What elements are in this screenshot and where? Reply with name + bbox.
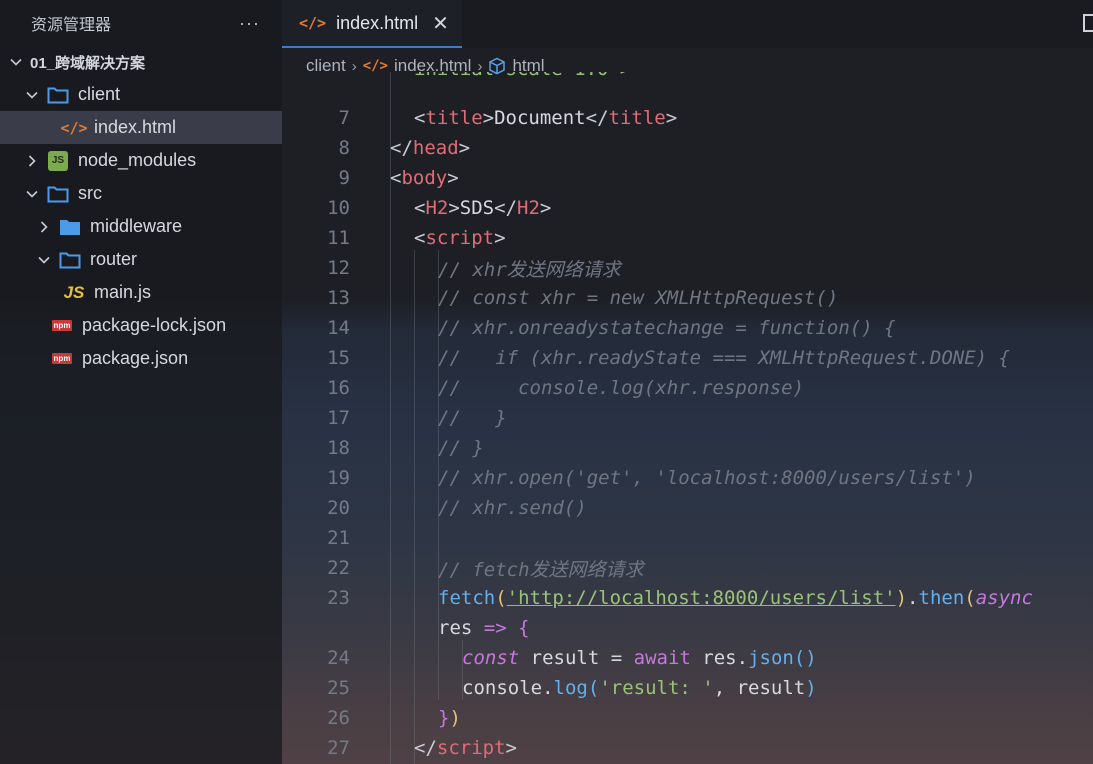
editor: </> index.html ✕ client › </> index.html… [282, 0, 1093, 764]
close-icon[interactable]: ✕ [432, 11, 449, 36]
npm-file-icon: npm [51, 320, 73, 331]
tree-item-package-lock[interactable]: npm package-lock.json [0, 309, 282, 342]
code-line: 22 // fetch发送网络请求 [327, 557, 644, 581]
chevron-down-icon[interactable] [24, 88, 40, 102]
code-line: 24 const result = await res.json() [327, 647, 817, 669]
code-line: res => { [438, 617, 530, 639]
code-line: 11 <script> [327, 227, 506, 249]
tree-item-package-json[interactable]: npm package.json [0, 342, 282, 375]
code-line: 16 // console.log(xhr.response) [327, 377, 805, 399]
js-file-icon: JS [63, 282, 85, 302]
more-actions-icon[interactable]: ··· [239, 13, 260, 34]
code-line: 18 // } [327, 437, 484, 459]
folder-icon [58, 217, 82, 237]
tree-item-label: package-lock.json [82, 315, 227, 335]
explorer-sidebar: 资源管理器 ··· 01_跨域解决方案 client </> index.htm… [0, 0, 282, 764]
project-name: 01_跨域解决方案 [30, 54, 146, 72]
tree-item-middleware[interactable]: middleware [0, 210, 282, 243]
tree-item-router[interactable]: router [0, 243, 282, 276]
tree-item-label: package.json [82, 348, 189, 368]
explorer-header: 资源管理器 ··· [0, 0, 282, 46]
chevron-down-icon[interactable] [24, 187, 40, 201]
tree-item-label: client [78, 84, 121, 104]
chevron-down-icon[interactable] [8, 55, 24, 69]
code-line: 10 <H2>SDS</H2> [327, 197, 552, 219]
chevron-down-icon[interactable] [36, 253, 52, 267]
html-file-icon: </> [299, 14, 327, 32]
code-line: 21 [327, 527, 350, 549]
tree-item-label: main.js [94, 282, 152, 302]
split-editor-icon[interactable] [1083, 14, 1093, 32]
code-line: 13 // const xhr = new XMLHttpRequest() [327, 287, 839, 309]
tree-item-src[interactable]: src [0, 177, 282, 210]
code-line: 25 console.log('result: ', result) [327, 677, 817, 699]
tree-item-label: middleware [90, 216, 183, 236]
tab-bar: </> index.html ✕ [282, 0, 1093, 48]
chevron-right-icon[interactable] [36, 220, 52, 234]
tree-item-client[interactable]: client [0, 78, 282, 111]
folder-open-icon [46, 184, 70, 204]
chevron-right-icon[interactable] [24, 154, 40, 168]
code-line: initial-scale=1.0"> [282, 72, 1093, 102]
tab-index-html[interactable]: </> index.html ✕ [282, 0, 462, 48]
tree-item-label: router [90, 249, 138, 269]
html-file-icon: </> [60, 118, 88, 137]
code-line: 19 // xhr.open('get', 'localhost:8000/us… [327, 467, 976, 489]
code-line: 20 // xhr.send() [327, 497, 587, 519]
code-line: 26 }) [327, 707, 461, 729]
code-area[interactable]: initial-scale=1.0"> 7 <title>Document</t… [282, 72, 1093, 764]
folder-open-icon [46, 85, 70, 105]
folder-open-icon [58, 250, 82, 270]
node-folder-icon: JS [46, 150, 70, 171]
tree-item-node-modules[interactable]: JS node_modules [0, 144, 282, 177]
project-folder[interactable]: 01_跨域解决方案 [0, 46, 282, 78]
tree-item-main-js[interactable]: JS main.js [0, 276, 282, 309]
tree-item-label: node_modules [78, 150, 197, 170]
tree-item-index-html[interactable]: </> index.html [0, 111, 282, 144]
explorer-title: 资源管理器 [31, 17, 112, 34]
code-line: 17 // } [327, 407, 507, 429]
code-line: 14 // xhr.onreadystatechange = function(… [327, 317, 896, 339]
tree-item-label: index.html [94, 117, 177, 137]
code-line: 8 </head> [338, 137, 471, 159]
code-line: 27 </script> [327, 737, 517, 759]
code-line: 12 // xhr发送网络请求 [327, 257, 621, 281]
code-line: 15 // if (xhr.readyState === XMLHttpRequ… [327, 347, 1010, 369]
tab-label: index.html [336, 12, 419, 33]
code-line: 9 <body> [338, 167, 459, 189]
tree-item-label: src [78, 183, 102, 203]
code-line: 7 <title>Document</title> [338, 107, 678, 129]
npm-file-icon: npm [51, 353, 73, 364]
code-line: 23 fetch('http://localhost:8000/users/li… [327, 587, 1033, 609]
